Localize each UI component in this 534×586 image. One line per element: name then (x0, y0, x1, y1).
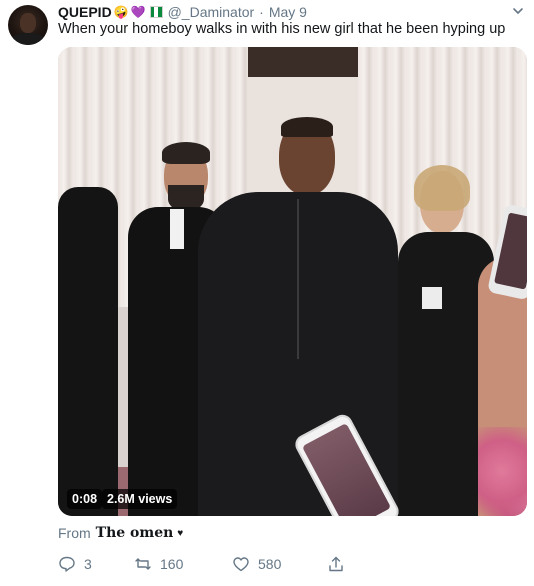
video-time-badge: 0:08 (67, 489, 103, 509)
reply-icon (59, 556, 75, 572)
share-button[interactable] (327, 555, 345, 573)
source-label: From (58, 525, 91, 541)
chevron-down-icon[interactable] (511, 4, 525, 18)
video-player[interactable]: 0:08 2.6M views (58, 47, 527, 516)
omen-logo-icon: ♥ (177, 527, 184, 539)
center-man-hair (281, 117, 333, 137)
like-button[interactable]: 580 (232, 555, 327, 573)
avatar-face (20, 13, 36, 33)
zany-face-emoji: 🤪 (113, 5, 129, 19)
user-handle[interactable]: @_Daminator (168, 4, 255, 20)
reply-count: 3 (84, 556, 92, 572)
heart-icon (233, 557, 249, 572)
jacket-zipper (297, 199, 299, 359)
retweet-button[interactable]: 160 (134, 555, 232, 573)
retweet-count: 160 (160, 556, 184, 572)
guest-figure (58, 187, 118, 516)
separator-dot: · (259, 4, 264, 20)
like-count: 580 (258, 556, 282, 572)
reply-button[interactable]: 3 (58, 555, 134, 573)
action-bar: 3 160 580 (58, 553, 345, 575)
shirt-collar (170, 209, 184, 249)
lanyard-badge (422, 287, 442, 309)
source-account[interactable]: The omen (96, 525, 174, 541)
display-name[interactable]: QUEPID (58, 4, 112, 20)
flowers (478, 427, 527, 516)
purple-heart-emoji: 💜 (130, 5, 146, 19)
avatar-shirt (12, 33, 44, 45)
retweet-icon (135, 558, 151, 570)
woman-hair (414, 165, 470, 211)
tweet-header: QUEPID 🤪 💜 @_Daminator · May 9 (58, 3, 307, 21)
tweet-date[interactable]: May 9 (269, 4, 307, 20)
source-attribution: From The omen ♥ (58, 525, 183, 541)
avatar[interactable] (8, 5, 48, 45)
video-views-badge: 2.6M views (102, 489, 178, 509)
bearded-man-hair (162, 142, 210, 164)
share-icon (329, 556, 343, 572)
nigeria-flag-icon (149, 6, 163, 18)
tweet-text: When your homeboy walks in with his new … (58, 21, 506, 37)
